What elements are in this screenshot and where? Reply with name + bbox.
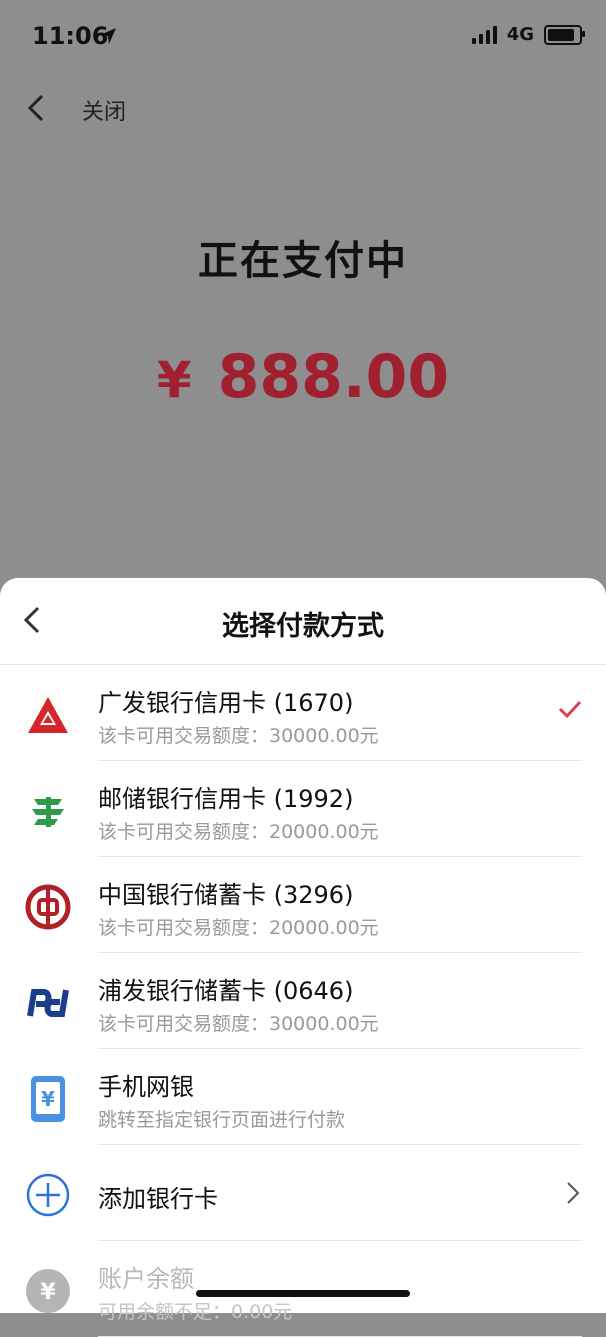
signal-icon bbox=[471, 25, 497, 44]
payment-amount: ¥888.00 bbox=[0, 342, 606, 412]
cgb-bank-logo-icon bbox=[24, 691, 72, 739]
payment-method-cgb-credit[interactable]: 广发银行信用卡 (1670) 该卡可用交易额度：30000.00元 bbox=[0, 665, 606, 761]
status-bar: 11:06 4G bbox=[0, 0, 606, 74]
add-bank-card-label: 添加银行卡 bbox=[98, 1185, 218, 1213]
method-name: 邮储银行信用卡 (1992) bbox=[98, 785, 354, 813]
payment-method-psbc-credit[interactable]: 邮储银行信用卡 (1992) 该卡可用交易额度：20000.00元 bbox=[0, 761, 606, 857]
boc-bank-logo-icon bbox=[24, 883, 72, 931]
add-bank-card-row[interactable]: 添加银行卡 bbox=[0, 1145, 606, 1241]
home-indicator[interactable] bbox=[196, 1290, 410, 1297]
svg-text:¥: ¥ bbox=[40, 1280, 56, 1305]
add-circle-icon bbox=[24, 1171, 72, 1219]
method-desc: 跳转至指定银行页面进行付款 bbox=[98, 1109, 346, 1131]
location-arrow-icon bbox=[98, 26, 118, 50]
back-arrow-icon[interactable] bbox=[24, 92, 48, 128]
method-balance: 可用余额不足：0.00元 bbox=[98, 1301, 293, 1323]
balance-yen-icon: ¥ bbox=[24, 1267, 72, 1315]
psbc-bank-logo-icon bbox=[24, 787, 72, 835]
currency-symbol: ¥ bbox=[156, 351, 192, 409]
method-limit: 该卡可用交易额度：30000.00元 bbox=[98, 725, 379, 747]
svg-text:¥: ¥ bbox=[41, 1087, 55, 1111]
method-limit: 该卡可用交易额度：20000.00元 bbox=[98, 917, 379, 939]
method-limit: 该卡可用交易额度：20000.00元 bbox=[98, 821, 379, 843]
payment-method-boc-debit[interactable]: 中国银行储蓄卡 (3296) 该卡可用交易额度：20000.00元 bbox=[0, 857, 606, 953]
method-limit: 该卡可用交易额度：30000.00元 bbox=[98, 1013, 379, 1035]
method-name: 中国银行储蓄卡 (3296) bbox=[98, 881, 354, 909]
selected-check-icon bbox=[558, 699, 582, 723]
sheet-title: 选择付款方式 bbox=[222, 611, 384, 642]
method-name: 广发银行信用卡 (1670) bbox=[98, 689, 354, 717]
amount-value: 888.00 bbox=[217, 342, 450, 412]
method-name: 手机网银 bbox=[98, 1073, 194, 1101]
method-name: 浦发银行储蓄卡 (0646) bbox=[98, 977, 354, 1005]
battery-icon bbox=[544, 24, 585, 45]
payment-method-sheet: 选择付款方式 广发银行信用卡 (1670) 该卡可用交易额度：30000.00元 bbox=[0, 578, 606, 1337]
payment-method-account-balance: ¥ 账户余额 可用余额不足：0.00元 bbox=[0, 1241, 606, 1337]
close-button[interactable]: 关闭 bbox=[82, 94, 126, 126]
spdb-bank-logo-icon bbox=[24, 979, 72, 1027]
mobile-banking-icon: ¥ bbox=[24, 1075, 72, 1123]
top-nav-bar: 关闭 bbox=[0, 74, 606, 142]
payment-method-spdb-debit[interactable]: 浦发银行储蓄卡 (0646) 该卡可用交易额度：30000.00元 bbox=[0, 953, 606, 1049]
chevron-right-icon bbox=[566, 1181, 580, 1209]
network-type: 4G bbox=[506, 24, 534, 45]
payment-status-title: 正在支付中 bbox=[198, 238, 408, 284]
payment-method-mobile-banking[interactable]: ¥ 手机网银 跳转至指定银行页面进行付款 bbox=[0, 1049, 606, 1145]
status-time: 11:06 bbox=[32, 22, 109, 50]
method-name: 账户余额 bbox=[98, 1265, 194, 1293]
sheet-header: 选择付款方式 bbox=[0, 578, 606, 665]
